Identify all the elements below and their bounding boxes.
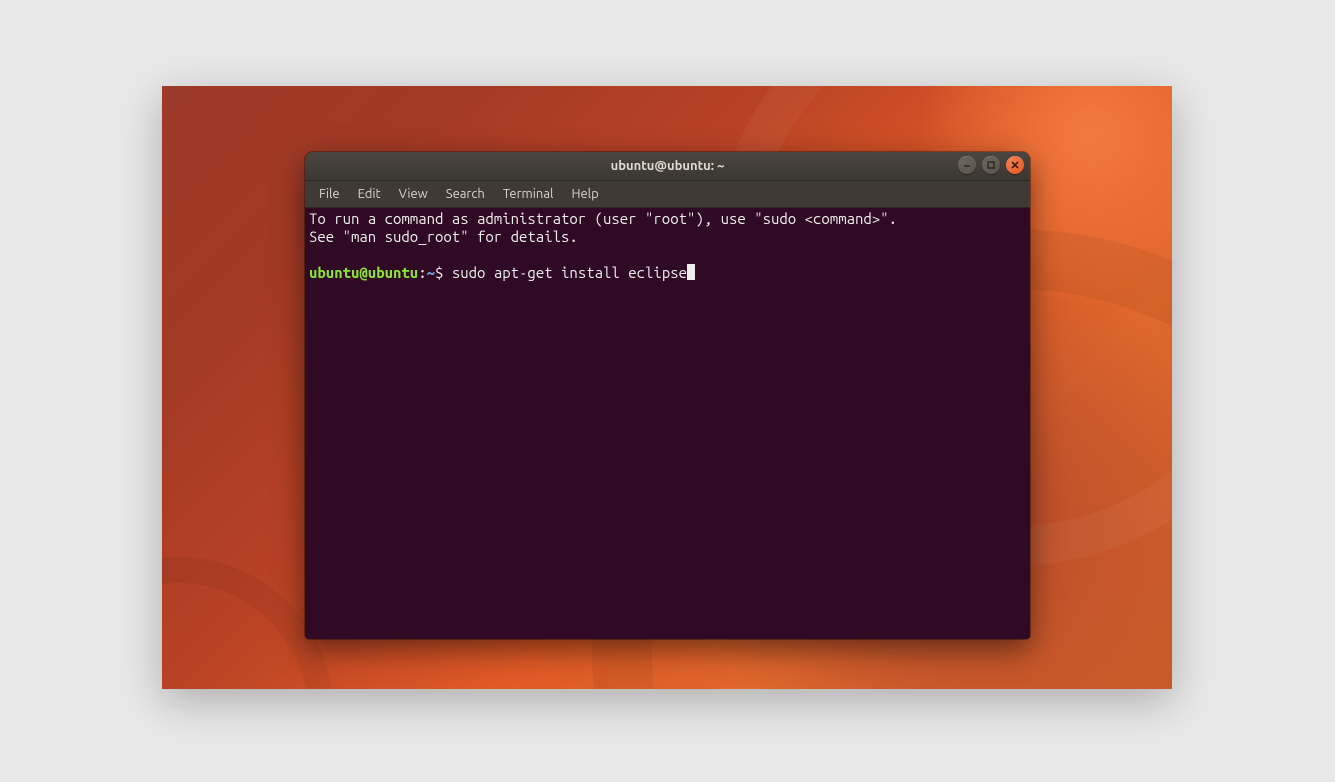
maximize-button[interactable] <box>982 156 1000 174</box>
prompt-path: ~ <box>427 264 435 281</box>
terminal-cursor <box>687 264 695 280</box>
menu-view[interactable]: View <box>391 185 436 203</box>
window-controls <box>958 156 1024 174</box>
menubar: File Edit View Search Terminal Help <box>305 181 1030 208</box>
maximize-icon <box>986 160 996 170</box>
close-icon <box>1010 160 1020 170</box>
command-input: sudo apt-get install eclipse <box>452 264 687 281</box>
prompt-symbol: $ <box>435 264 443 281</box>
menu-help[interactable]: Help <box>563 185 606 203</box>
terminal-output-line: See "man sudo_root" for details. <box>309 228 578 245</box>
menu-edit[interactable]: Edit <box>350 185 389 203</box>
prompt-separator: : <box>418 264 426 281</box>
close-button[interactable] <box>1006 156 1024 174</box>
prompt-user-host: ubuntu@ubuntu <box>309 264 418 281</box>
menu-file[interactable]: File <box>311 185 348 203</box>
terminal-output-line: To run a command as administrator (user … <box>309 210 897 227</box>
window-title: ubuntu@ubuntu: ~ <box>611 159 725 173</box>
terminal-window: ubuntu@ubuntu: ~ File Edit View Search T… <box>305 152 1030 639</box>
terminal-body[interactable]: To run a command as administrator (user … <box>305 208 1030 639</box>
minimize-button[interactable] <box>958 156 976 174</box>
menu-search[interactable]: Search <box>438 185 493 203</box>
ubuntu-desktop: ubuntu@ubuntu: ~ File Edit View Search T… <box>162 86 1172 689</box>
minimize-icon <box>962 160 972 170</box>
menu-terminal[interactable]: Terminal <box>495 185 562 203</box>
window-titlebar[interactable]: ubuntu@ubuntu: ~ <box>305 152 1030 181</box>
